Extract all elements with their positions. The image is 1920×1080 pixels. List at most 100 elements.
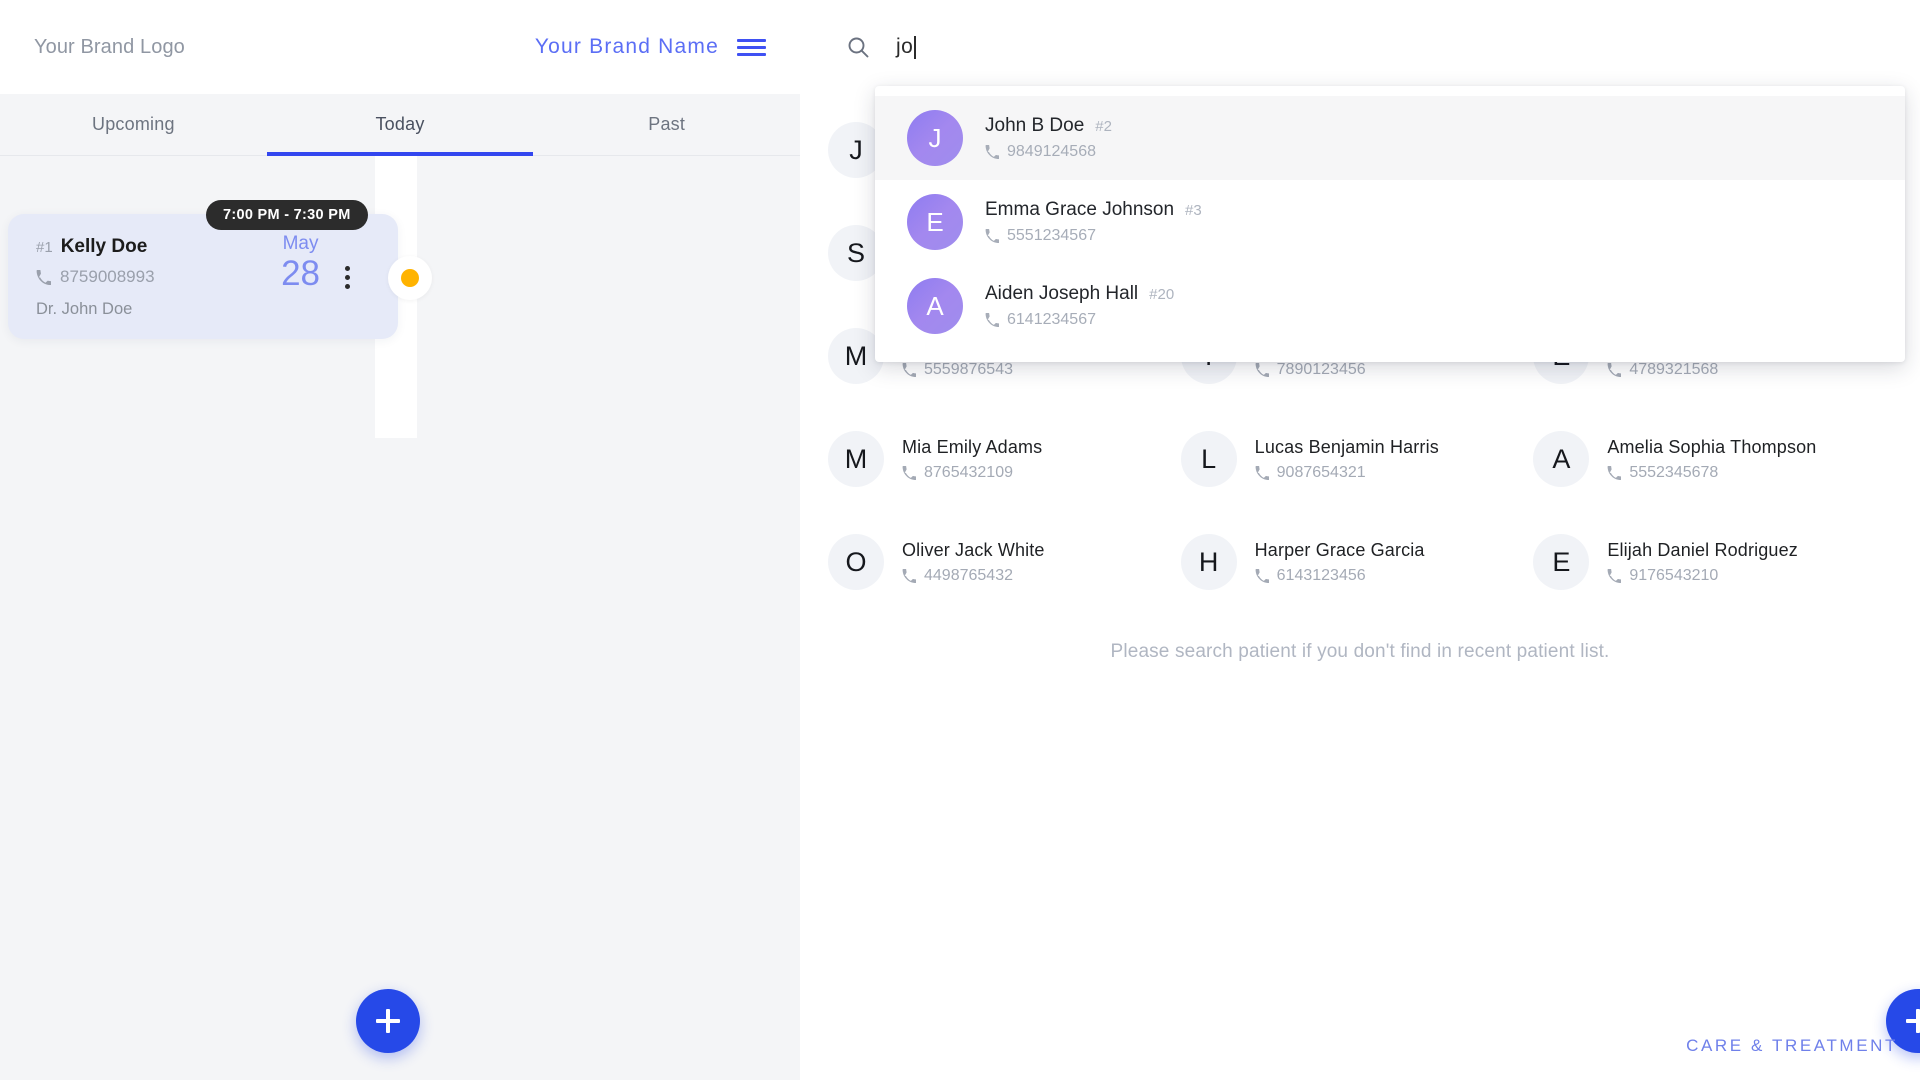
patient-name: Elijah Daniel Rodriguez <box>1607 539 1798 560</box>
patient-phone-row: 9176543210 <box>1607 567 1798 585</box>
search-result-info: Emma Grace Johnson #3 5551234567 <box>985 199 1202 245</box>
tab-past-label: Past <box>648 114 686 134</box>
patient-phone: 7890123456 <box>1276 360 1366 378</box>
phone-icon <box>1255 362 1269 377</box>
list-item[interactable]: E Elijah Daniel Rodriguez 9176543210 <box>1533 528 1876 596</box>
tab-past[interactable]: Past <box>533 94 800 155</box>
search-result-item[interactable]: J John B Doe #2 9849124568 <box>875 96 1905 180</box>
search-result-phone-row: 9849124568 <box>985 143 1112 161</box>
patient-phone-row: 7890123456 <box>1255 361 1433 379</box>
patient-phone-row: 6143123456 <box>1255 567 1425 585</box>
search-results-dropdown: J John B Doe #2 9849124568 E Emma Grace … <box>875 86 1905 362</box>
appointment-number: #1 <box>36 239 53 256</box>
search-result-name: John B Doe <box>985 115 1085 136</box>
search-icon <box>848 37 869 58</box>
search-hint: Please search patient if you don't find … <box>1110 641 1610 662</box>
patient-info: Harper Grace Garcia 6143123456 <box>1255 540 1425 585</box>
appointment-card[interactable]: 7:00 PM - 7:30 PM #1 Kelly Doe 875900899… <box>8 200 432 339</box>
avatar: E <box>1533 534 1590 590</box>
phone-icon <box>985 145 999 159</box>
tab-today[interactable]: Today <box>266 94 534 156</box>
appointment-doctor: Dr. John Doe <box>36 300 133 318</box>
search-result-id: #3 <box>1185 202 1202 219</box>
avatar: L <box>1180 431 1237 487</box>
patient-phone-row: 5559876543 <box>902 361 1091 379</box>
patient-name: Harper Grace Garcia <box>1254 539 1425 560</box>
search-result-id: #2 <box>1095 118 1112 135</box>
avatar: E <box>907 194 963 250</box>
search-result-id: #20 <box>1149 286 1175 303</box>
list-item[interactable]: H Harper Grace Garcia 6143123456 <box>1180 528 1524 596</box>
patient-phone: 8765432109 <box>924 463 1013 481</box>
patient-info: Oliver Jack White 4498765432 <box>902 540 1045 585</box>
search-result-title-row: John B Doe #2 <box>985 115 1112 137</box>
avatar: H <box>1180 534 1237 590</box>
patient-name: Oliver Jack White <box>902 539 1045 560</box>
phone-icon <box>902 465 916 480</box>
brand-name: Your Brand Name <box>534 35 719 58</box>
patient-phone: 9176543210 <box>1629 566 1719 584</box>
search-result-info: John B Doe #2 9849124568 <box>985 115 1112 161</box>
patient-phone-row: 5552345678 <box>1607 464 1816 482</box>
search-result-phone: 6141234567 <box>1007 311 1096 328</box>
appointment-day: 28 <box>281 254 320 293</box>
avatar: J <box>907 110 963 166</box>
appointment-date: May 28 <box>281 234 320 291</box>
phone-icon <box>1607 465 1622 480</box>
patient-name: Mia Emily Adams <box>902 436 1043 457</box>
search-result-name: Emma Grace Johnson <box>985 199 1175 220</box>
more-vertical-icon[interactable] <box>345 266 350 289</box>
phone-icon <box>985 229 999 243</box>
list-item[interactable]: A Amelia Sophia Thompson 5552345678 <box>1533 425 1876 493</box>
appointment-list: 7:00 PM - 7:30 PM #1 Kelly Doe 875900899… <box>0 156 800 1080</box>
avatar: O <box>828 534 884 590</box>
avatar: A <box>1533 431 1590 487</box>
app-root: Your Brand Logo Your Brand Name Upcoming… <box>0 0 1920 1080</box>
appointment-phone: 8759008993 <box>60 267 155 286</box>
phone-icon <box>36 269 51 285</box>
appointment-phone-row: 8759008993 <box>36 267 398 287</box>
search-input[interactable]: jo <box>896 35 916 59</box>
list-item[interactable]: M Mia Emily Adams 8765432109 <box>828 425 1171 493</box>
patient-name: Amelia Sophia Thompson <box>1607 436 1817 457</box>
patient-phone-row: 9087654321 <box>1255 464 1439 482</box>
appointment-time-badge: 7:00 PM - 7:30 PM <box>206 200 368 230</box>
tab-upcoming[interactable]: Upcoming <box>0 94 267 155</box>
patient-info: Elijah Daniel Rodriguez 9176543210 <box>1607 540 1798 585</box>
phone-icon <box>1607 362 1622 377</box>
tab-upcoming-label: Upcoming <box>92 114 175 134</box>
search-result-phone: 5551234567 <box>1007 227 1096 244</box>
search-input-value: jo <box>896 35 914 58</box>
phone-icon <box>1255 465 1269 480</box>
search-result-phone-row: 6141234567 <box>985 311 1174 329</box>
header-right-group: Your Brand Name <box>535 35 766 59</box>
patient-info: Mia Emily Adams 8765432109 <box>902 437 1042 482</box>
tab-today-label: Today <box>375 114 425 134</box>
phone-icon <box>902 362 916 377</box>
status-badge[interactable] <box>388 256 432 300</box>
add-appointment-button[interactable] <box>356 989 420 1053</box>
hamburger-icon[interactable] <box>737 37 766 58</box>
phone-icon <box>902 568 916 583</box>
list-item[interactable]: O Oliver Jack White 4498765432 <box>828 528 1171 596</box>
search-result-info: Aiden Joseph Hall #20 6141234567 <box>985 283 1174 329</box>
phone-icon <box>1255 568 1269 583</box>
phone-icon <box>1607 568 1622 583</box>
brand-logo: Your Brand Logo <box>34 35 185 58</box>
patient-phone: 4789321568 <box>1629 360 1719 378</box>
search-result-item[interactable]: A Aiden Joseph Hall #20 6141234567 <box>875 264 1905 348</box>
appointment-month: May <box>282 233 319 254</box>
appointment-patient-name: Kelly Doe <box>60 236 148 257</box>
phone-icon <box>985 313 999 327</box>
search-result-item[interactable]: E Emma Grace Johnson #3 5551234567 <box>875 180 1905 264</box>
list-item[interactable]: L Lucas Benjamin Harris 9087654321 <box>1180 425 1524 493</box>
status-dot-icon <box>401 269 419 287</box>
search-result-title-row: Emma Grace Johnson #3 <box>985 199 1202 221</box>
patient-phone: 9087654321 <box>1276 463 1366 481</box>
avatar: A <box>907 278 963 334</box>
search-result-phone-row: 5551234567 <box>985 227 1202 245</box>
appointment-title-row: #1 Kelly Doe <box>36 236 398 258</box>
patient-phone: 4498765432 <box>924 566 1013 584</box>
patient-info: Lucas Benjamin Harris 9087654321 <box>1255 437 1439 482</box>
appointments-panel: Your Brand Logo Your Brand Name Upcoming… <box>0 0 800 1080</box>
